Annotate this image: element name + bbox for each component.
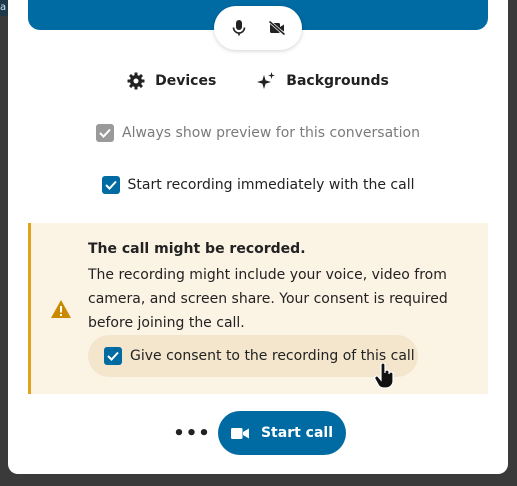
check-icon — [104, 180, 117, 190]
gear-icon — [127, 72, 145, 90]
check-icon — [107, 351, 119, 361]
devices-label: Devices — [155, 73, 217, 89]
devices-button[interactable]: Devices — [121, 66, 222, 96]
start-recording-option[interactable]: Start recording immediately with the cal… — [8, 174, 508, 196]
sparkles-icon — [257, 72, 276, 89]
media-settings-row: Devices Backgrounds — [8, 66, 508, 96]
hand-pointer-cursor-icon — [374, 363, 394, 389]
always-preview-checkbox[interactable] — [96, 124, 114, 142]
warning-text: The recording might include your voice, … — [88, 267, 448, 331]
microphone-toggle-button[interactable] — [223, 12, 255, 44]
media-toggle-group — [214, 6, 302, 50]
recording-consent-option[interactable]: Give consent to the recording of this ca… — [88, 335, 418, 377]
backgrounds-button[interactable]: Backgrounds — [250, 66, 395, 96]
recording-consent-label: Give consent to the recording of this ca… — [130, 348, 415, 364]
video-camera-icon — [230, 427, 249, 439]
backgrounds-label: Backgrounds — [286, 73, 389, 89]
check-icon — [99, 128, 111, 138]
always-preview-option[interactable]: Always show preview for this conversatio… — [8, 122, 508, 144]
recording-consent-checkbox[interactable] — [104, 347, 122, 365]
warning-icon — [51, 300, 71, 318]
start-call-label: Start call — [260, 425, 334, 441]
start-recording-checkbox[interactable] — [101, 176, 120, 194]
background-app-edge: a — [0, 0, 8, 16]
warning-title: The call might be recorded. — [88, 241, 306, 257]
microphone-icon — [232, 20, 246, 36]
recording-warning: The call might be recorded. The recordin… — [28, 223, 488, 394]
dialog-footer: ••• Start call — [8, 411, 508, 455]
call-setup-dialog: Devices Backgrounds Always show preview … — [8, 0, 508, 474]
video-off-icon — [268, 20, 286, 36]
always-preview-label: Always show preview for this conversatio… — [122, 125, 420, 141]
start-recording-label: Start recording immediately with the cal… — [127, 177, 415, 193]
start-call-button[interactable]: Start call — [218, 411, 346, 455]
camera-toggle-button[interactable] — [261, 12, 293, 44]
more-actions-button[interactable]: ••• — [173, 417, 210, 449]
